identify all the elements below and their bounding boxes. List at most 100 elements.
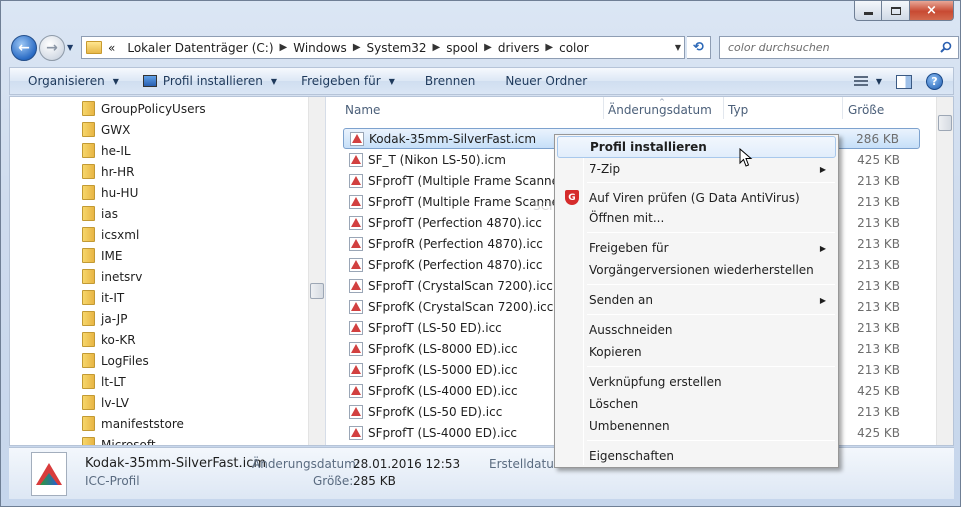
address-dropdown-icon[interactable]: ▼ [675, 43, 681, 52]
tree-item[interactable]: GWX [82, 119, 130, 140]
folder-icon [82, 143, 95, 158]
breadcrumb-drive[interactable]: Lokaler Datenträger (C:) [127, 41, 273, 55]
menu-label: Löschen [589, 397, 639, 411]
detail-size-value: 285 KB [353, 474, 396, 488]
burn-button[interactable]: Brennen [407, 68, 487, 94]
address-overflow-chevron[interactable]: « [108, 41, 115, 55]
menu-delete[interactable]: Löschen [557, 393, 836, 415]
file-name: SFprofT (CrystalScan 7200).icc [368, 278, 553, 293]
menu-cut[interactable]: Ausschneiden [557, 319, 836, 341]
share-button[interactable]: Freigeben für ▼ [289, 68, 407, 94]
back-button[interactable]: ← [11, 35, 37, 61]
maximize-button[interactable] [882, 1, 910, 21]
tree-item[interactable]: Microsoft [82, 434, 156, 445]
tree-item[interactable]: ias [82, 203, 118, 224]
tree-item[interactable]: icsxml [82, 224, 139, 245]
folder-icon [82, 227, 95, 242]
organize-button[interactable]: Organisieren ▼ [10, 68, 131, 94]
refresh-button[interactable]: ⟲ [687, 36, 711, 59]
menu-send-to[interactable]: Senden an ▶ [557, 289, 836, 311]
folder-icon [82, 437, 95, 445]
column-size[interactable]: Größe [848, 103, 884, 117]
tree-item[interactable]: it-IT [82, 287, 124, 308]
gdata-shield-icon: G [565, 190, 579, 205]
preview-pane-icon[interactable] [896, 74, 912, 89]
chevron-right-icon[interactable]: ▶ [280, 42, 288, 53]
command-bar: Organisieren ▼ Profil installieren ▼ Fre… [9, 67, 954, 95]
detail-filename: Kodak-35mm-SilverFast.icm [85, 456, 267, 471]
tree-item-label: hu-HU [101, 185, 139, 200]
tree-item-label: he-IL [101, 143, 131, 158]
menu-label: Senden an [589, 293, 653, 307]
recent-pages-dropdown[interactable]: ▼ [67, 43, 73, 52]
menu-install-profile[interactable]: Profil installieren [557, 136, 836, 158]
breadcrumb-color[interactable]: color [559, 41, 589, 55]
navigation-scrollbar[interactable] [308, 97, 325, 445]
menu-properties[interactable]: Eigenschaften [557, 445, 836, 467]
tree-item[interactable]: IME [82, 245, 122, 266]
menu-label: Umbenennen [589, 419, 670, 433]
column-separator[interactable] [842, 97, 843, 119]
menu-open-with[interactable]: Öffnen mit... [557, 207, 836, 229]
tree-item[interactable]: LogFiles [82, 350, 149, 371]
chevron-right-icon[interactable]: ▶ [353, 42, 361, 53]
tree-item[interactable]: GroupPolicyUsers [82, 98, 206, 119]
menu-previous-versions[interactable]: Vorgängerversionen wiederherstellen [557, 259, 836, 281]
icc-profile-icon [349, 362, 363, 377]
column-separator[interactable] [603, 97, 604, 119]
file-name: SFprofK (LS-5000 ED).icc [368, 362, 518, 377]
menu-virus-scan[interactable]: G Auf Viren prüfen (G Data AntiVirus) [557, 187, 836, 209]
tree-item[interactable]: hu-HU [82, 182, 138, 203]
tree-item[interactable]: hr-HR [82, 161, 134, 182]
tree-item-label: inetsrv [101, 269, 143, 284]
forward-button[interactable]: → [39, 35, 65, 61]
breadcrumb-spool[interactable]: spool [446, 41, 478, 55]
tree-item[interactable]: lt-LT [82, 371, 126, 392]
menu-7zip[interactable]: 7-Zip ▶ [557, 158, 836, 180]
tree-item[interactable]: lv-LV [82, 392, 129, 413]
column-separator[interactable] [723, 97, 724, 119]
scroll-down-icon[interactable] [937, 428, 953, 445]
search-input[interactable] [728, 41, 928, 54]
install-profile-label: Profil installieren [162, 74, 263, 88]
search-box[interactable] [719, 36, 959, 59]
menu-separator [587, 366, 835, 367]
minimize-button[interactable] [854, 1, 882, 21]
close-button[interactable]: × [910, 1, 954, 21]
tree-item[interactable]: ko-KR [82, 329, 136, 350]
column-name[interactable]: Name [345, 103, 380, 117]
chevron-right-icon[interactable]: ▶ [545, 42, 553, 53]
menu-create-shortcut[interactable]: Verknüpfung erstellen [557, 371, 836, 393]
breadcrumb-windows[interactable]: Windows [293, 41, 347, 55]
icc-profile-icon [349, 278, 363, 293]
tree-item[interactable]: ja-JP [82, 308, 127, 329]
menu-share[interactable]: Freigeben für ▶ [557, 237, 836, 259]
column-date[interactable]: Änderungsdatum [608, 103, 712, 117]
breadcrumb-system32[interactable]: System32 [367, 41, 427, 55]
breadcrumb-drivers[interactable]: drivers [498, 41, 540, 55]
view-dropdown-icon[interactable]: ▼ [876, 77, 882, 86]
new-folder-button[interactable]: Neuer Ordner [487, 68, 599, 94]
tree-item[interactable]: inetsrv [82, 266, 142, 287]
change-view-icon[interactable] [853, 75, 868, 88]
scroll-up-icon[interactable] [309, 97, 325, 114]
file-size: 213 KB [857, 341, 900, 356]
scroll-down-icon[interactable] [309, 428, 325, 445]
chevron-right-icon[interactable]: ▶ [484, 42, 492, 53]
folder-icon [86, 41, 102, 54]
file-list-scrollbar[interactable] [936, 97, 953, 445]
scrollbar-thumb[interactable] [938, 115, 952, 131]
column-type[interactable]: Typ [728, 103, 748, 117]
chevron-right-icon[interactable]: ▶ [433, 42, 441, 53]
menu-rename[interactable]: Umbenennen [557, 415, 836, 437]
menu-copy[interactable]: Kopieren [557, 341, 836, 363]
search-icon[interactable] [940, 41, 952, 53]
tree-item[interactable]: he-IL [82, 140, 131, 161]
address-bar[interactable]: « Lokaler Datenträger (C:) ▶ Windows ▶ S… [81, 36, 685, 59]
install-profile-button[interactable]: Profil installieren ▼ [131, 68, 289, 94]
help-icon[interactable]: ? [926, 73, 943, 90]
scrollbar-thumb[interactable] [310, 283, 324, 299]
tree-item[interactable]: manifeststore [82, 413, 184, 434]
menu-separator [587, 182, 835, 183]
scroll-up-icon[interactable] [937, 97, 953, 114]
